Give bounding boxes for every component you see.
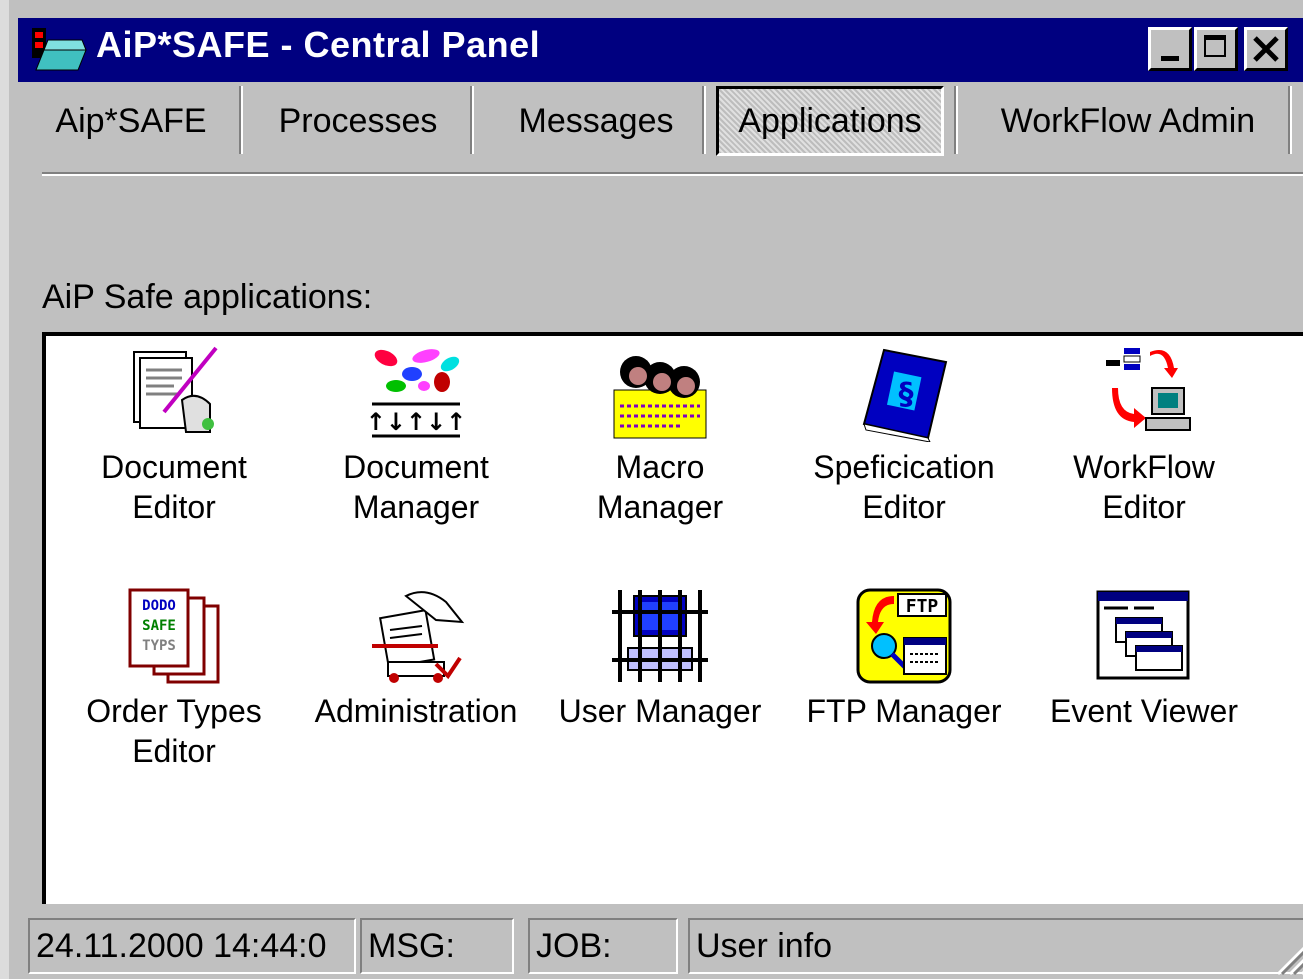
menu-item-applications[interactable]: Applications: [716, 86, 944, 156]
document-editor-icon: [133, 346, 218, 433]
status-user-info: User info: [688, 918, 1303, 974]
app-label: Speficication: [813, 449, 995, 485]
svg-text:DODO: DODO: [142, 598, 176, 614]
app-workflow-editor[interactable]: WorkFlow Editor: [1024, 342, 1264, 527]
resize-grip-icon[interactable]: [1270, 936, 1303, 976]
menu-item-aipsafe[interactable]: Aip*SAFE: [46, 94, 216, 148]
applications-panel: Document Editor ↑↓↑↓↑ Document Manager M…: [42, 332, 1303, 904]
event-viewer-icon: [1096, 590, 1190, 680]
minimize-icon: [1161, 56, 1179, 61]
app-order-types-editor[interactable]: DODO SAFE TYPS Order Types Editor: [54, 586, 294, 771]
app-label: Manager: [596, 489, 724, 525]
app-label: FTP Manager: [806, 693, 1002, 729]
menu-bar: Aip*SAFE Processes Messages Applications…: [18, 82, 1303, 158]
app-macro-manager[interactable]: Macro Manager: [540, 342, 780, 527]
app-label: Editor: [862, 489, 946, 525]
svg-text:TYPS: TYPS: [142, 638, 176, 654]
app-label: Event Viewer: [1050, 693, 1238, 729]
main-window: AiP*SAFE - Central Panel Aip*SAFE Proces…: [0, 0, 1303, 979]
maximize-icon: [1204, 35, 1226, 57]
divider: [42, 172, 1303, 176]
app-label: WorkFlow: [1073, 449, 1215, 485]
specification-editor-icon: §: [862, 348, 948, 443]
order-types-editor-icon: DODO SAFE TYPS: [128, 588, 220, 684]
maximize-button[interactable]: [1194, 27, 1238, 71]
status-msg: MSG:: [360, 918, 514, 974]
app-ftp-manager[interactable]: FTP FTP Manager: [784, 586, 1024, 731]
app-label: Document: [101, 449, 247, 485]
menu-item-workflow-admin[interactable]: WorkFlow Admin: [978, 94, 1278, 148]
svg-text:↑↓↑↓↑: ↑↓↑↓↑: [366, 408, 466, 436]
status-bar: 24.11.2000 14:44:0 MSG: JOB: User info: [18, 910, 1303, 979]
status-datetime: 24.11.2000 14:44:0: [28, 918, 356, 974]
app-label: Administration: [314, 693, 518, 729]
app-label: Editor: [1102, 489, 1186, 525]
status-job: JOB:: [528, 918, 678, 974]
app-label: Order Types: [86, 693, 262, 729]
app-label: Editor: [132, 489, 216, 525]
minimize-button[interactable]: [1148, 27, 1192, 71]
app-user-manager[interactable]: User Manager: [540, 586, 780, 731]
title-bar[interactable]: AiP*SAFE - Central Panel: [18, 18, 1303, 82]
svg-text:FTP: FTP: [906, 596, 939, 617]
app-icon: [32, 28, 87, 71]
app-document-editor[interactable]: Document Editor: [54, 342, 294, 527]
menu-separator: [954, 86, 958, 154]
administration-icon: [372, 591, 465, 683]
svg-text:SAFE: SAFE: [142, 618, 176, 634]
app-event-viewer[interactable]: Event Viewer: [1024, 586, 1264, 731]
section-label: AiP Safe applications:: [42, 278, 373, 316]
workflow-editor-icon: [1106, 348, 1191, 431]
app-specification-editor[interactable]: § Speficication Editor: [784, 342, 1024, 527]
app-document-manager[interactable]: ↑↓↑↓↑ Document Manager: [296, 342, 536, 527]
window-title: AiP*SAFE - Central Panel: [96, 24, 541, 65]
close-icon: [1253, 36, 1279, 62]
menu-item-processes[interactable]: Processes: [268, 94, 448, 148]
app-label: Manager: [352, 489, 480, 525]
close-button[interactable]: [1244, 27, 1288, 71]
app-label: Macro: [615, 449, 705, 485]
app-label: Document: [343, 449, 489, 485]
menu-separator: [702, 86, 706, 154]
svg-text:§: §: [899, 377, 914, 412]
user-manager-icon: [612, 590, 708, 682]
app-label: Editor: [132, 733, 216, 769]
ftp-manager-icon: FTP: [856, 588, 952, 684]
macro-manager-icon: [613, 356, 707, 439]
app-administration[interactable]: Administration: [296, 586, 536, 731]
menu-separator: [470, 86, 474, 154]
menu-item-messages[interactable]: Messages: [496, 94, 696, 148]
app-label: User Manager: [558, 693, 762, 729]
document-manager-icon: ↑↓↑↓↑: [366, 349, 466, 438]
menu-separator: [1288, 86, 1292, 154]
menu-separator: [239, 86, 243, 154]
